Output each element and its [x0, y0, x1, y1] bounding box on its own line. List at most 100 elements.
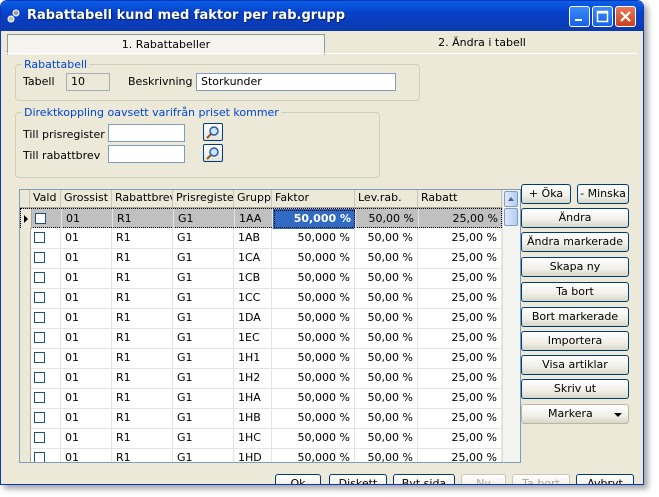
grid-vertical-scrollbar[interactable] — [502, 190, 520, 462]
scroll-thumb[interactable] — [504, 208, 518, 226]
skriv-ut-button[interactable]: Skriv ut — [521, 379, 629, 399]
faktor-cell[interactable]: 50,000 % — [272, 348, 355, 368]
table-row[interactable]: 01 R1 G1 1CC 50,000 % 50,00 % 25,00 % — [20, 288, 502, 309]
ta-bort-button[interactable]: Ta bort — [521, 282, 629, 302]
col-header-rabattbrev[interactable]: Rabattbrev — [112, 190, 173, 207]
markera-dropdown[interactable]: Markera — [521, 404, 629, 424]
andra-button[interactable]: Ändra — [521, 208, 629, 228]
andra-markerade-button[interactable]: Ändra markerade — [521, 232, 629, 252]
table-row[interactable]: 01 R1 G1 1CA 50,000 % 50,00 % 25,00 % — [20, 248, 502, 269]
scroll-up-button[interactable] — [504, 191, 518, 207]
prisregister-cell: G1 — [173, 388, 234, 408]
maximize-button[interactable] — [592, 6, 613, 27]
table-row[interactable]: 01 R1 G1 1HB 50,000 % 50,00 % 25,00 % — [20, 408, 502, 429]
table-row[interactable]: 01 R1 G1 1H1 50,000 % 50,00 % 25,00 % — [20, 348, 502, 369]
table-row[interactable]: 01 R1 G1 1AA 50,000 % 50,00 % 25,00 % — [20, 208, 503, 229]
col-header-prisregister[interactable]: Prisregister — [173, 190, 234, 207]
oka-button[interactable]: + Öka — [521, 184, 571, 204]
tab-andra-i-tabell[interactable]: 2. Ändra i tabell — [327, 33, 637, 54]
faktor-cell[interactable]: 50,000 % — [272, 328, 355, 348]
rabattbrev-cell: R1 — [113, 209, 174, 229]
vald-cell — [30, 328, 61, 348]
direktkoppling-legend: Direktkoppling oavsett varifrån priset k… — [22, 106, 281, 119]
diskett-button[interactable]: Diskett — [329, 474, 387, 484]
table-row[interactable]: 01 R1 G1 1DA 50,000 % 50,00 % 25,00 % — [20, 308, 502, 329]
ny-button[interactable]: Ny — [461, 474, 506, 484]
grossist-cell: 01 — [61, 268, 112, 288]
faktor-cell[interactable]: 50,000 % — [272, 408, 355, 428]
table-row[interactable]: 01 R1 G1 1H2 50,000 % 50,00 % 25,00 % — [20, 368, 502, 389]
prisregister-cell: G1 — [173, 448, 234, 462]
vald-cell — [30, 348, 61, 368]
table-row[interactable]: 01 R1 G1 1HC 50,000 % 50,00 % 25,00 % — [20, 428, 502, 449]
col-header-rabatt[interactable]: Rabatt — [418, 190, 502, 207]
grupp-cell: 1H1 — [234, 348, 272, 368]
col-header-levrab[interactable]: Lev.rab. — [355, 190, 418, 207]
grupp-cell: 1CA — [234, 248, 272, 268]
rabatt-cell: 25,00 % — [418, 288, 502, 308]
byt-sida-button[interactable]: Byt sida — [393, 474, 455, 484]
col-header-vald[interactable]: Vald — [30, 190, 61, 207]
bort-markerade-button[interactable]: Bort markerade — [521, 307, 629, 327]
rabattbrev-cell: R1 — [112, 248, 173, 268]
faktor-cell[interactable]: 50,000 % — [272, 268, 355, 288]
rabattbrev-cell: R1 — [112, 268, 173, 288]
prisregister-field[interactable] — [108, 124, 185, 142]
table-row[interactable]: 01 R1 G1 1HA 50,000 % 50,00 % 25,00 % — [20, 388, 502, 409]
faktor-cell[interactable]: 50,000 % — [273, 209, 356, 229]
avbryt-button[interactable]: Avbryt — [576, 474, 634, 484]
minimize-button[interactable] — [569, 6, 590, 27]
faktor-cell[interactable]: 50,000 % — [272, 228, 355, 248]
title-bar[interactable]: Rabattabell kund med faktor per rab.grup… — [1, 1, 643, 31]
faktor-cell[interactable]: 50,000 % — [272, 368, 355, 388]
faktor-cell[interactable]: 50,000 % — [272, 288, 355, 308]
levrab-cell: 50,00 % — [355, 368, 418, 388]
prisregister-lookup-button[interactable] — [203, 123, 223, 141]
visa-artiklar-button[interactable]: Visa artiklar — [521, 355, 629, 375]
rabatt-grid[interactable]: Vald Grossist Rabattbrev Prisregister Gr… — [19, 189, 521, 463]
rabattbrev-cell: R1 — [112, 448, 173, 462]
vald-cell — [30, 288, 61, 308]
vald-cell — [30, 448, 61, 462]
rabatt-cell: 25,00 % — [418, 368, 502, 388]
current-row-indicator-icon — [24, 215, 28, 223]
close-button[interactable] — [615, 6, 636, 27]
rabatt-cell: 25,00 % — [419, 209, 503, 229]
grossist-cell: 01 — [61, 408, 112, 428]
levrab-cell: 50,00 % — [355, 248, 418, 268]
table-row[interactable]: 01 R1 G1 1CB 50,000 % 50,00 % 25,00 % — [20, 268, 502, 289]
faktor-cell[interactable]: 50,000 % — [272, 308, 355, 328]
rabatt-cell: 25,00 % — [418, 448, 502, 462]
beskrivning-field[interactable]: Storkunder — [196, 73, 396, 91]
magnifier-icon — [206, 147, 219, 160]
grid-corner — [20, 190, 30, 207]
grossist-cell: 01 — [61, 248, 112, 268]
tab-strip: 1. Rabattabeller 2. Ändra i tabell — [5, 33, 639, 55]
rabattbrev-cell: R1 — [112, 388, 173, 408]
faktor-cell[interactable]: 50,000 % — [272, 388, 355, 408]
skapa-ny-button[interactable]: Skapa ny — [521, 257, 629, 277]
scroll-up-icon — [508, 197, 514, 201]
grupp-cell: 1HD — [234, 448, 272, 462]
ta-bort-bottom-button[interactable]: Ta bort — [512, 474, 570, 484]
faktor-cell[interactable]: 50,000 % — [272, 428, 355, 448]
rabattbrev-field[interactable] — [108, 145, 185, 163]
col-header-grossist[interactable]: Grossist — [61, 190, 112, 207]
table-row[interactable]: 01 R1 G1 1AB 50,000 % 50,00 % 25,00 % — [20, 228, 502, 249]
col-header-faktor[interactable]: Faktor — [272, 190, 355, 207]
ok-button[interactable]: Ok — [275, 474, 321, 484]
minska-button[interactable]: - Minska — [577, 184, 629, 204]
grossist-cell: 01 — [62, 209, 113, 229]
levrab-cell: 50,00 % — [355, 268, 418, 288]
col-header-grupp[interactable]: Grupp — [234, 190, 272, 207]
rabattbrev-lookup-button[interactable] — [203, 144, 223, 162]
tab-rabattabeller[interactable]: 1. Rabattabeller — [7, 34, 325, 55]
importera-button[interactable]: Importera — [521, 331, 629, 351]
table-row[interactable]: 01 R1 G1 1HD 50,000 % 50,00 % 25,00 % — [20, 448, 502, 462]
vald-cell — [31, 209, 62, 229]
tabell-label: Tabell — [23, 75, 55, 88]
faktor-cell[interactable]: 50,000 % — [272, 448, 355, 462]
table-row[interactable]: 01 R1 G1 1EC 50,000 % 50,00 % 25,00 % — [20, 328, 502, 349]
minimize-icon — [575, 19, 582, 21]
faktor-cell[interactable]: 50,000 % — [272, 248, 355, 268]
